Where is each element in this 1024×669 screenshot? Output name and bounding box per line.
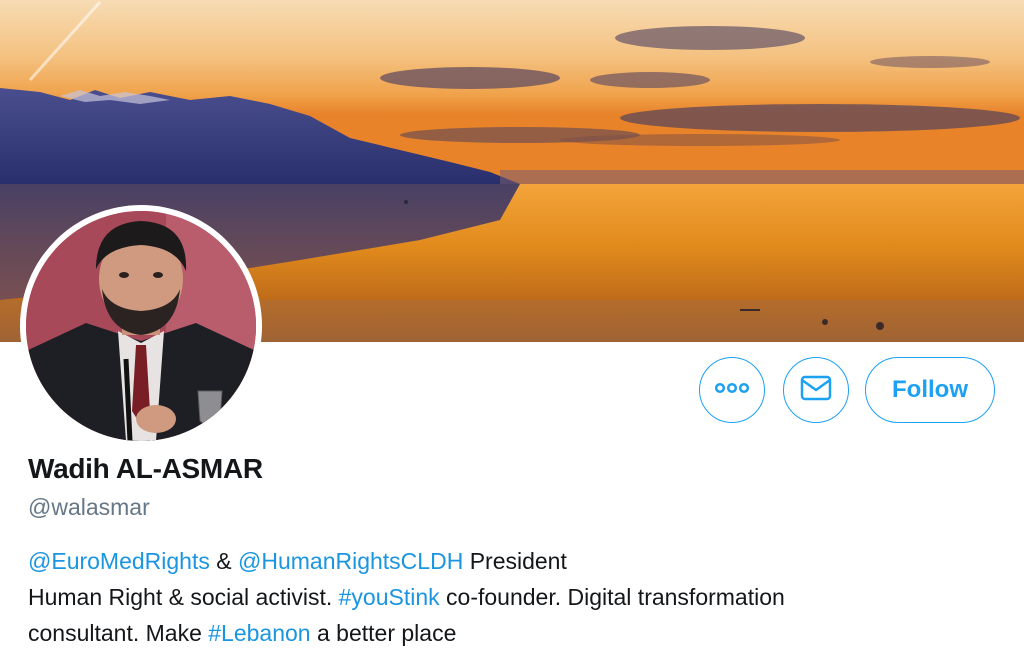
bio-text: Human Right & social activist.	[28, 584, 339, 610]
bio-line-3: consultant. Make #Lebanon a better place	[28, 615, 988, 651]
mention-link[interactable]: @HumanRightsCLDH	[238, 548, 463, 574]
more-options-button[interactable]	[699, 357, 765, 423]
bio-text: co-founder. Digital transformation	[439, 584, 785, 610]
follow-button-label: Follow	[892, 376, 968, 403]
hashtag-link[interactable]: #youStink	[339, 584, 440, 610]
bio-line-1: @EuroMedRights & @HumanRightsCLDH Presid…	[28, 543, 988, 579]
bio-text: a better place	[310, 620, 457, 646]
bio-text: President	[463, 548, 567, 574]
bio-text: consultant. Make	[28, 620, 209, 646]
follow-button[interactable]: Follow	[865, 357, 995, 423]
profile-name: Wadih AL-ASMAR	[28, 453, 263, 484]
envelope-icon	[800, 375, 832, 406]
profile-avatar[interactable]	[20, 205, 262, 447]
more-dots-icon	[714, 381, 750, 399]
profile-handle: @walasmar	[28, 494, 150, 520]
avatar-photo	[26, 211, 256, 441]
profile-bio: @EuroMedRights & @HumanRightsCLDH Presid…	[28, 543, 988, 651]
hashtag-link[interactable]: #Lebanon	[208, 620, 310, 646]
message-button[interactable]	[783, 357, 849, 423]
bio-text: &	[209, 548, 238, 574]
mention-link[interactable]: @EuroMedRights	[28, 548, 210, 574]
bio-line-2: Human Right & social activist. #youStink…	[28, 579, 988, 615]
